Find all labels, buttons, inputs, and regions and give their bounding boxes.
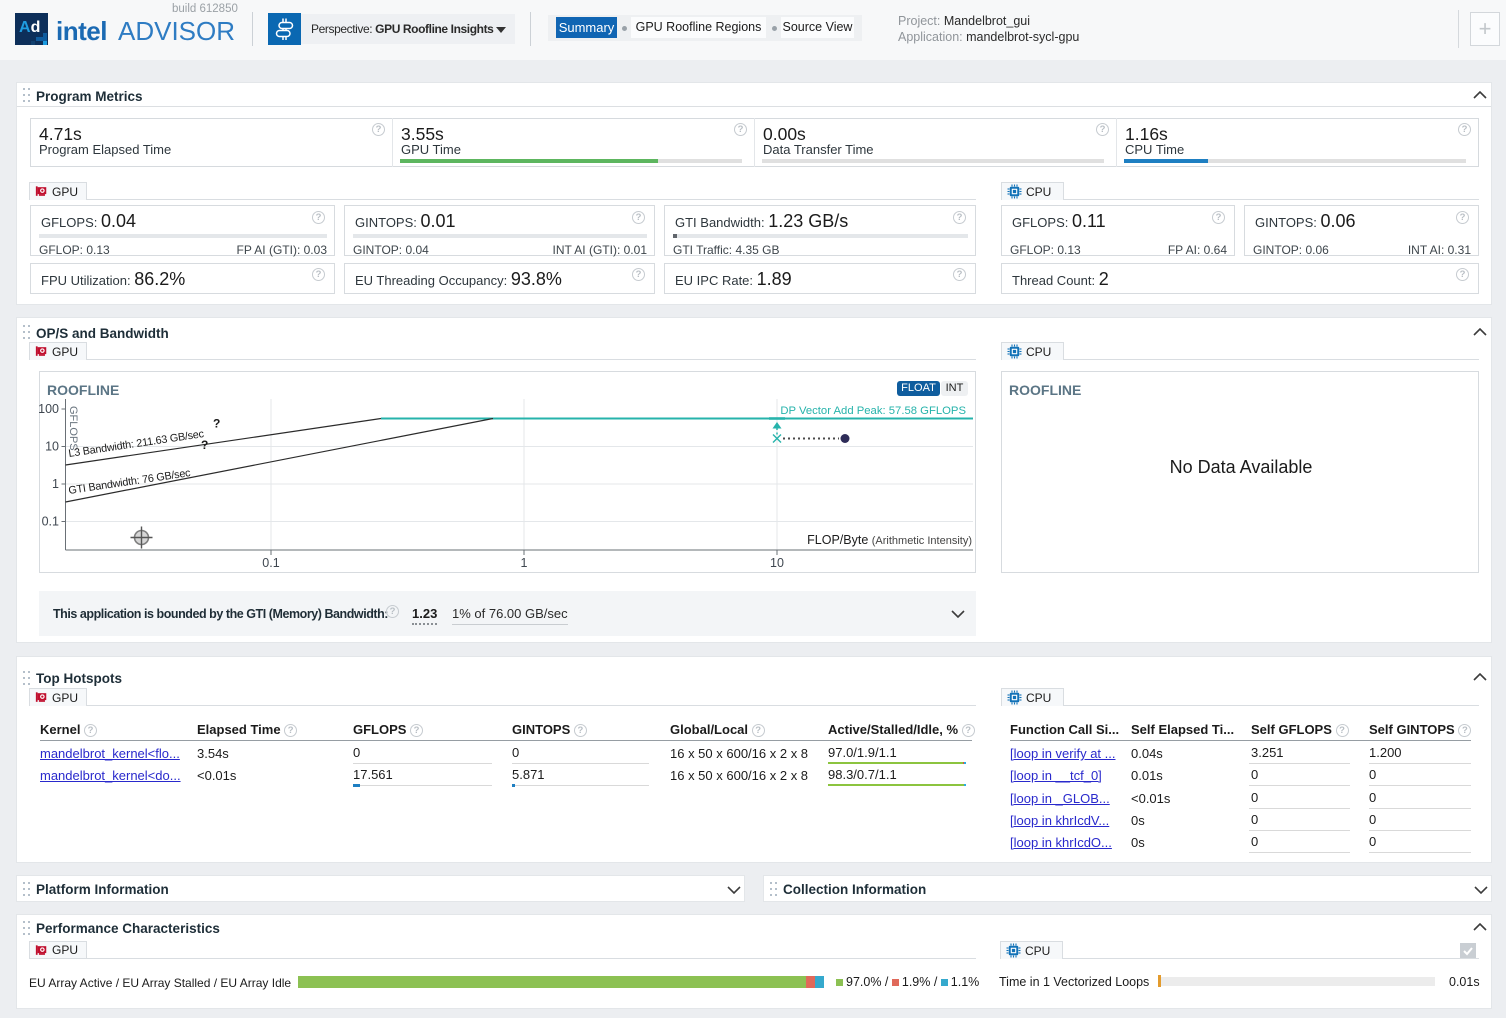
svg-text:L3 Bandwidth: 211.63 GB/sec: L3 Bandwidth: 211.63 GB/sec xyxy=(68,428,206,460)
svg-text:1: 1 xyxy=(52,477,59,491)
svg-text:GFLOPS: GFLOPS xyxy=(67,406,79,451)
svg-text:DP Vector Add Peak: 57.58 GFLO: DP Vector Add Peak: 57.58 GFLOPS xyxy=(780,405,966,417)
svg-text:0.1: 0.1 xyxy=(262,556,279,570)
svg-text:?: ? xyxy=(201,438,208,452)
svg-text:0.1: 0.1 xyxy=(42,514,59,528)
svg-text:?: ? xyxy=(213,416,220,430)
svg-text:FLOP/Byte (Arithmetic Intensit: FLOP/Byte (Arithmetic Intensity) xyxy=(807,533,972,547)
svg-text:GTI Bandwidth: 76 GB/sec: GTI Bandwidth: 76 GB/sec xyxy=(68,467,192,497)
svg-text:100: 100 xyxy=(39,402,59,416)
svg-text:1: 1 xyxy=(521,556,528,570)
svg-text:10: 10 xyxy=(45,439,59,453)
svg-text:10: 10 xyxy=(770,556,784,570)
